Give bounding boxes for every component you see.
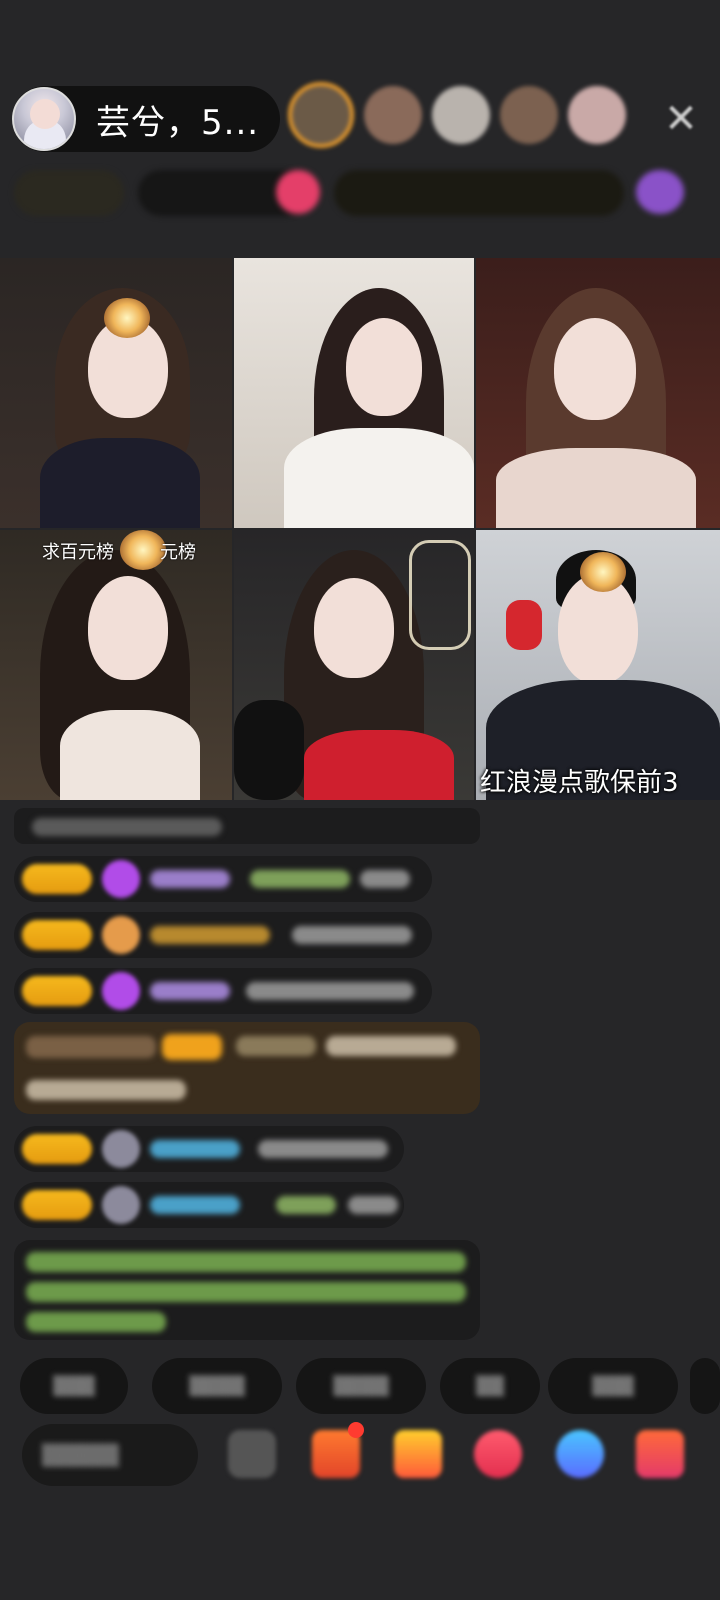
microphone [234,700,304,800]
viewer-avatar[interactable] [568,86,626,144]
chat-message[interactable] [14,912,432,958]
chat-notice [14,808,480,844]
comment-input[interactable]: ▒▒▒▒▒ [22,1424,198,1486]
crown-icon [580,552,626,592]
host-name: 芸兮，5... [96,102,260,143]
viewer-avatar[interactable] [288,82,354,148]
viewer-avatar[interactable] [500,86,558,144]
emoji-icon[interactable] [228,1430,276,1478]
close-icon[interactable]: ✕ [656,94,706,144]
tile-caption: 元榜 [160,542,196,563]
video-tile[interactable] [234,258,474,528]
decor-frame [409,540,471,650]
quick-reply-button[interactable]: ▒▒ [440,1358,540,1414]
quick-reply-row: ▒▒▒ ▒▒▒▒ ▒▒▒▒ ▒▒ ▒▒▒ [20,1358,720,1414]
system-notice [14,1240,480,1340]
toy-figure [506,600,542,650]
shop-icon[interactable] [394,1430,442,1478]
chat-message[interactable] [14,856,432,902]
video-tile[interactable] [476,258,720,528]
tile-caption: 红浪漫点歌保前3 [480,768,679,798]
heart-icon[interactable] [276,170,320,214]
more-icon[interactable] [636,1430,684,1478]
video-tile[interactable]: 求百元榜 元榜 [0,530,232,800]
crown-icon [104,298,150,338]
quick-reply-button[interactable]: ▒▒▒▒ [152,1358,282,1414]
host-info-pill[interactable]: 芸兮，5... [12,86,280,152]
video-grid: 求百元榜 元榜 红浪漫点歌保前3 [0,258,720,800]
video-tile[interactable]: 红浪漫点歌保前3 [476,530,720,800]
video-tile[interactable] [234,530,474,800]
viewer-avatar[interactable] [364,86,422,144]
event-icon[interactable] [636,170,684,214]
like-icon[interactable] [474,1430,522,1478]
activity-chip[interactable] [334,170,624,216]
quick-reply-button[interactable]: ▒▒▒ [548,1358,678,1414]
bottom-toolbar: ▒▒▒▒▒ [22,1422,720,1486]
rank-chip[interactable] [14,170,124,216]
notification-dot [348,1422,364,1438]
room-info-row [14,170,686,216]
quick-reply-button[interactable]: ▒▒▒ [20,1358,128,1414]
host-avatar[interactable] [12,87,76,151]
chat-message[interactable] [14,1182,404,1228]
chat-message[interactable] [14,968,432,1014]
quick-reply-button[interactable] [690,1358,720,1414]
chat-message[interactable] [14,1126,404,1172]
tile-caption: 求百元榜 [42,542,114,563]
top-viewers [288,82,626,148]
quick-reply-button[interactable]: ▒▒▒▒ [296,1358,426,1414]
video-tile[interactable] [0,258,232,528]
viewer-avatar[interactable] [432,86,490,144]
top-bar: 芸兮，5... ✕ [12,82,712,154]
chat-highlight-message[interactable] [14,1022,480,1114]
share-icon[interactable] [556,1430,604,1478]
